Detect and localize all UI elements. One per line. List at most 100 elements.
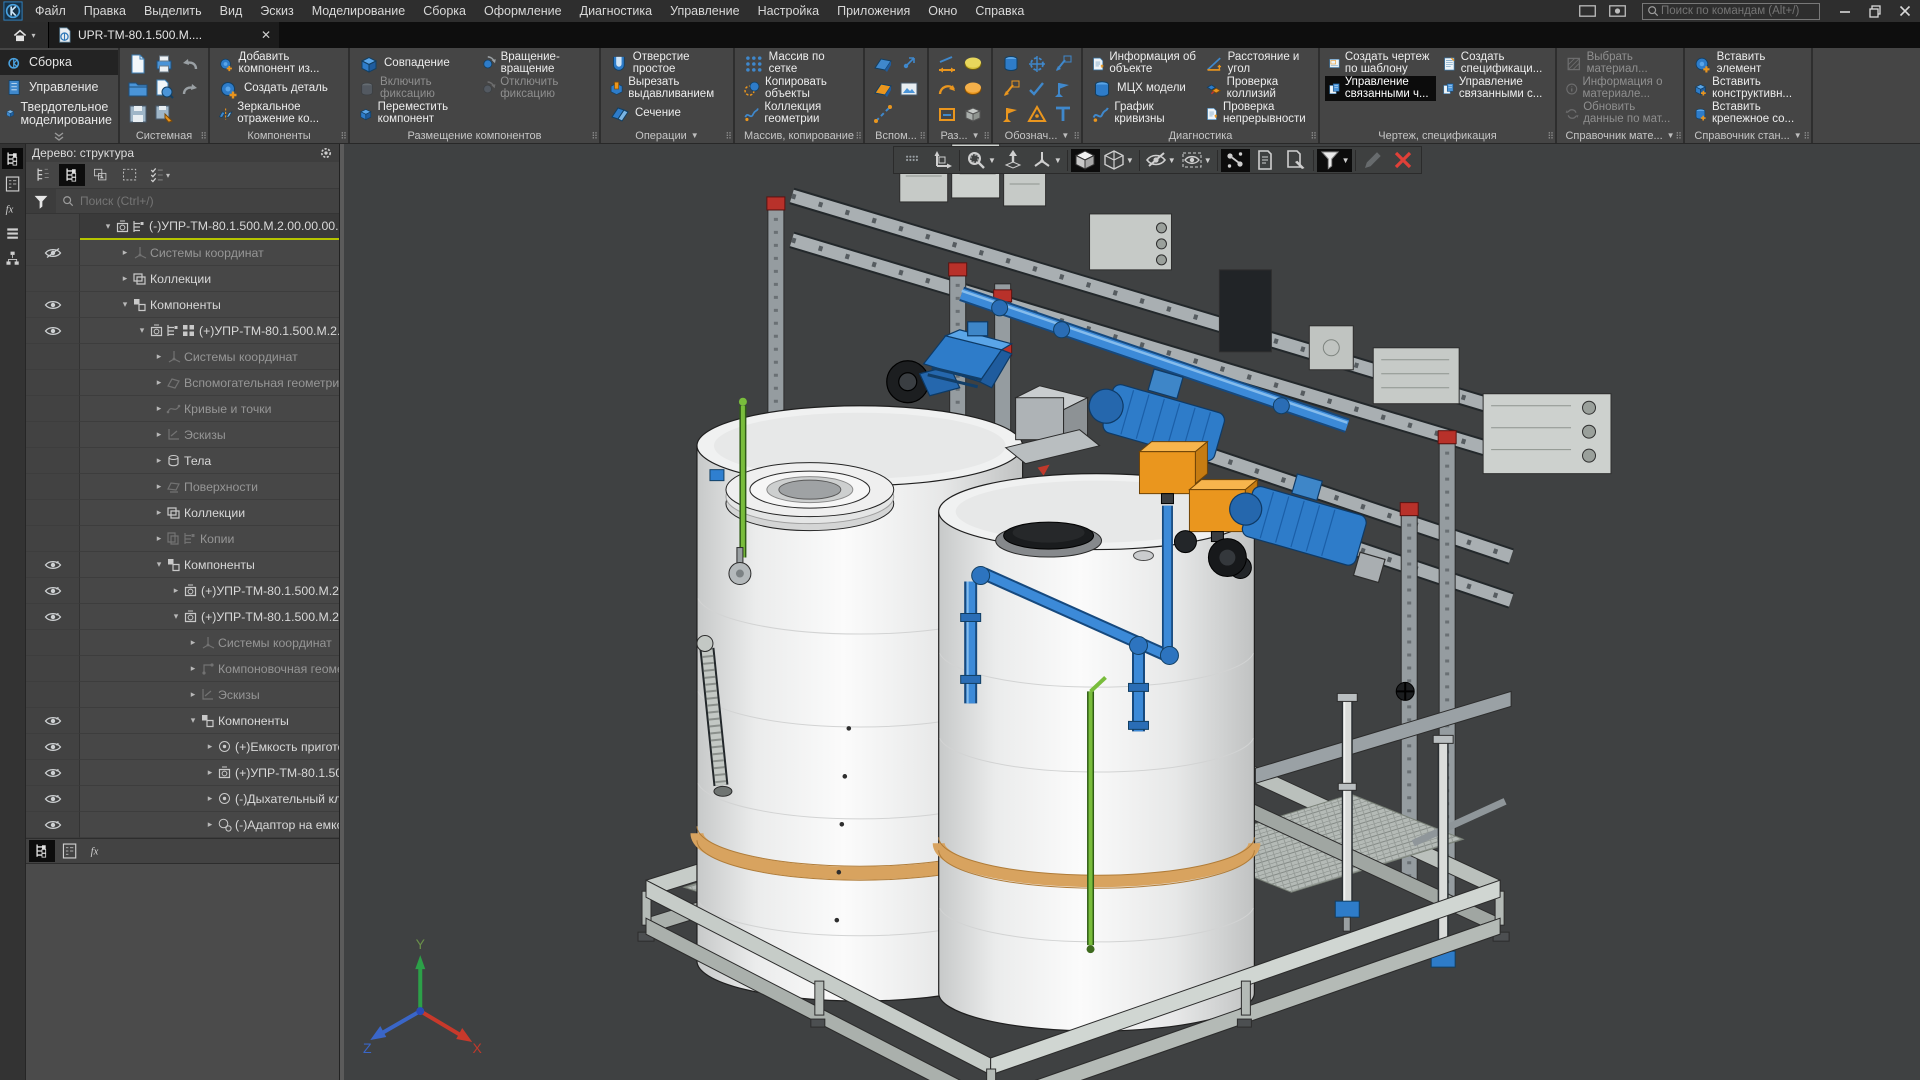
tree-row[interactable]: ▸ (-)Дыхательный клапан НР: [26, 786, 339, 812]
command-search[interactable]: [1642, 3, 1820, 20]
expand-arrow-icon[interactable]: ▸: [152, 455, 166, 466]
ribbon-button[interactable]: Зеркальное отражение ко...: [215, 101, 343, 126]
tree-row[interactable]: ▸ Коллекции: [26, 500, 339, 526]
visibility-eye-f-icon[interactable]: [26, 786, 80, 812]
tree-row[interactable]: ▸ Системы координат: [26, 630, 339, 656]
section-dropdown-icon[interactable]: ▼: [972, 131, 980, 140]
screen-layout-icon[interactable]: [1572, 0, 1602, 22]
ribbon-button[interactable]: Переместить компонент: [355, 101, 473, 126]
ribbon-icon-button[interactable]: [1026, 78, 1048, 100]
tree-tab-tree[interactable]: [29, 840, 55, 862]
menu-Настройка[interactable]: Настройка: [749, 0, 829, 22]
ribbon-icon-button[interactable]: [872, 103, 894, 125]
visibility-eye-icon[interactable]: [26, 292, 80, 318]
tree-row[interactable]: ▸ (-)Адаптор на емкость ПВХ: [26, 812, 339, 838]
tree-row[interactable]: ▸ Системы координат: [26, 344, 339, 370]
expand-arrow-icon[interactable]: ▾: [101, 221, 115, 232]
viewport-edit-button[interactable]: [1359, 149, 1388, 172]
tree-search-input[interactable]: [78, 193, 339, 209]
tree-row[interactable]: ▸ Вспомогательная геометрия: [26, 370, 339, 396]
menu-Вид[interactable]: Вид: [211, 0, 252, 22]
ribbon-button[interactable]: Отверстие простое: [606, 51, 728, 76]
tree-toolbar-collections-view[interactable]: [88, 164, 114, 186]
dropdown-arrow-icon[interactable]: ▼: [988, 156, 996, 165]
visibility-eye-icon[interactable]: [26, 318, 80, 344]
viewport-section-display-button[interactable]: ▼: [1179, 149, 1214, 172]
viewport-filter-button[interactable]: ▼: [1317, 149, 1352, 172]
menu-Эскиз[interactable]: Эскиз: [251, 0, 302, 22]
tree-filter-icon[interactable]: [26, 189, 56, 213]
ribbon-button[interactable]: МЦХ модели: [1088, 76, 1199, 101]
menu-Моделирование[interactable]: Моделирование: [303, 0, 415, 22]
ribbon-icon-button[interactable]: [127, 53, 149, 75]
ribbon-icon-button[interactable]: [936, 78, 958, 100]
expand-arrow-icon[interactable]: ▾: [169, 611, 183, 622]
ribbon-icon-button[interactable]: [153, 78, 175, 100]
expand-arrow-icon[interactable]: ▸: [186, 637, 200, 648]
section-handle-icon[interactable]: ⠿: [340, 131, 346, 142]
expand-arrow-icon[interactable]: ▸: [203, 793, 217, 804]
tree-row[interactable]: ▾ Компоненты: [26, 708, 339, 734]
menu-Управление[interactable]: Управление: [661, 0, 749, 22]
tree-row[interactable]: ▾ Компоненты: [26, 552, 339, 578]
viewport-orientation-button[interactable]: [999, 149, 1028, 172]
expand-arrow-icon[interactable]: ▸: [169, 585, 183, 596]
document-tab[interactable]: UPR-TM-80.1.500.M.... ✕: [49, 22, 279, 48]
tree-row[interactable]: ▸ Компоновочная геометрия: [26, 656, 339, 682]
ribbon-mode-tab[interactable]: Твердотельное моделирование: [0, 100, 118, 128]
menu-Приложения[interactable]: Приложения: [828, 0, 919, 22]
section-handle-icon[interactable]: ⠿: [1547, 131, 1553, 142]
dropdown-arrow-icon[interactable]: ▼: [1204, 156, 1212, 165]
expand-arrow-icon[interactable]: ▸: [152, 481, 166, 492]
visibility-eye-f-icon[interactable]: [26, 552, 80, 578]
strip-params-button[interactable]: [2, 173, 23, 194]
ribbon-button[interactable]: График кривизны: [1088, 101, 1199, 126]
3d-viewport[interactable]: ▼▼▼▼▼▼: [344, 144, 1920, 1080]
section-handle-icon[interactable]: ⠿: [200, 131, 206, 142]
ribbon-icon-button[interactable]: [936, 53, 958, 75]
ribbon-icon-button[interactable]: [898, 78, 920, 100]
section-handle-icon[interactable]: ⠿: [983, 131, 989, 142]
ribbon-button[interactable]: Массив по сетке: [740, 51, 858, 76]
ribbon-icon-button[interactable]: [1052, 78, 1074, 100]
ribbon-button[interactable]: Информация об объекте: [1088, 51, 1199, 76]
ribbon-button[interactable]: Коллекция геометрии: [740, 101, 858, 126]
ribbon-icon-button[interactable]: [1000, 53, 1022, 75]
ribbon-icon-button[interactable]: [936, 103, 958, 125]
ribbon-icon-button[interactable]: [127, 103, 149, 125]
strip-hierarchy-button[interactable]: [2, 248, 23, 269]
ribbon-button[interactable]: Сечение: [606, 101, 728, 126]
presentation-icon[interactable]: [1602, 0, 1632, 22]
section-handle-icon[interactable]: ⠿: [591, 131, 597, 142]
viewport-display-solid-button[interactable]: [1071, 149, 1100, 172]
tree-row[interactable]: ▸ Кривые и точки: [26, 396, 339, 422]
tree-row[interactable]: ▸ (+)УПР-ТМ-80.1.500.М.2.20.01.0: [26, 578, 339, 604]
ribbon-icon-button[interactable]: [1026, 103, 1048, 125]
ribbon-button[interactable]: Управление связанными с...: [1439, 76, 1550, 101]
restore-button[interactable]: [1860, 0, 1890, 22]
section-handle-icon[interactable]: ⠿: [1803, 131, 1809, 142]
ribbon-button[interactable]: Вращение-вращение: [476, 51, 594, 76]
viewport-local-cs-button[interactable]: [927, 149, 956, 172]
ribbon-button[interactable]: Информация о материале...: [1562, 76, 1678, 101]
expand-arrow-icon[interactable]: ▾: [135, 325, 149, 336]
ribbon-icon-button[interactable]: [127, 78, 149, 100]
dropdown-arrow-icon[interactable]: ▼: [1054, 156, 1062, 165]
tree-toolbar-numbered-view[interactable]: [30, 164, 56, 186]
ribbon-button[interactable]: Выбрать материал...: [1562, 51, 1678, 76]
ribbon-button[interactable]: Вырезать выдавливанием: [606, 76, 728, 101]
menu-Оформление[interactable]: Оформление: [475, 0, 571, 22]
gear-icon[interactable]: [319, 146, 333, 160]
tree-row[interactable]: ▸ Эскизы: [26, 682, 339, 708]
ribbon-icon-button[interactable]: [1052, 53, 1074, 75]
tree-row[interactable]: ▸ Тела: [26, 448, 339, 474]
menu-Файл[interactable]: Файл: [26, 0, 75, 22]
ribbon-icon-button[interactable]: [1000, 103, 1022, 125]
expand-arrow-icon[interactable]: ▸: [152, 507, 166, 518]
tree-row[interactable]: ▸ Эскизы: [26, 422, 339, 448]
strip-layers-button[interactable]: [2, 223, 23, 244]
tree-row[interactable]: ▾ (+)УПР-ТМ-80.1.500.М.2.20.02.0: [26, 604, 339, 630]
section-dropdown-icon[interactable]: ▼: [1794, 131, 1802, 140]
tree-row[interactable]: ▸ Системы координат: [26, 240, 339, 266]
expand-arrow-icon[interactable]: ▾: [118, 299, 132, 310]
